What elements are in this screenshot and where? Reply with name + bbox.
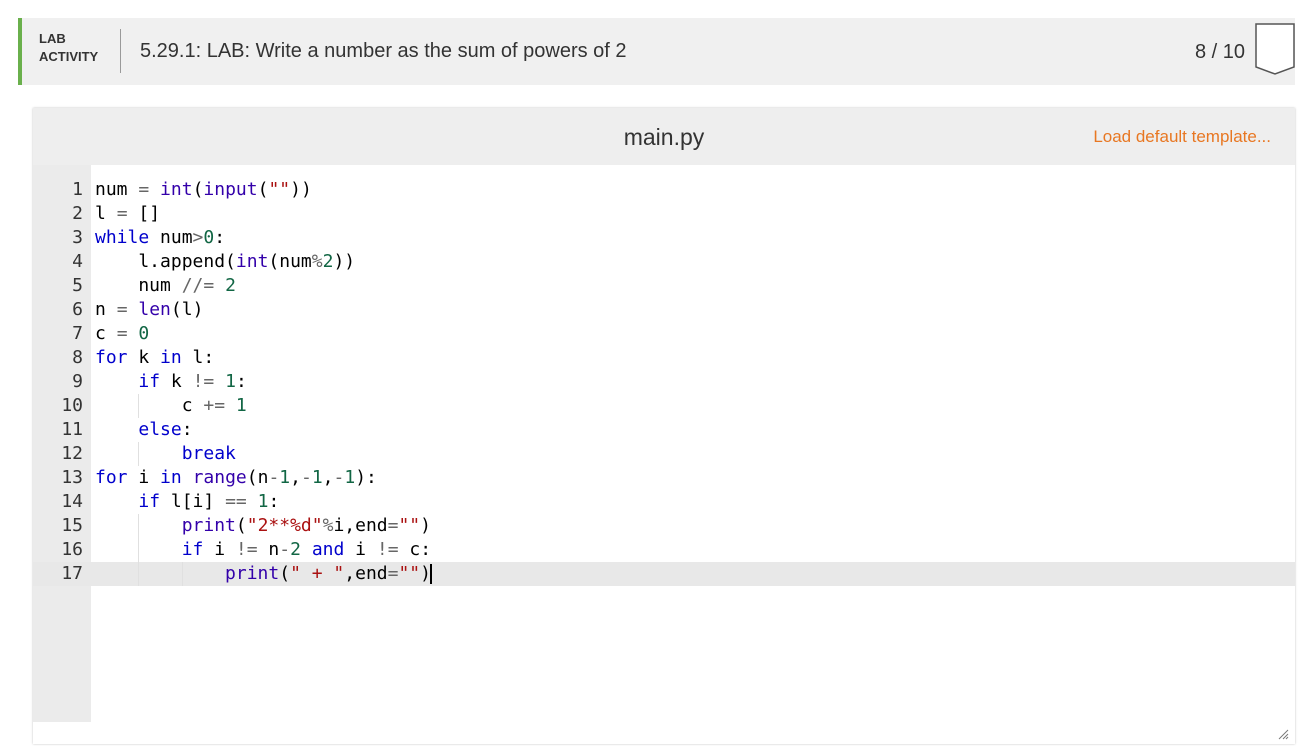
code-line[interactable]: 6 n = len(l) [33, 298, 1295, 322]
code-text[interactable]: l.append(int(num%2)) [95, 250, 355, 274]
code-line[interactable]: 14 if l[i] == 1: [33, 490, 1295, 514]
code-editor: main.py Load default template... 1 num = … [33, 108, 1295, 744]
line-number: 17 [61, 563, 83, 584]
lab-tag-line1: LAB [39, 31, 66, 46]
line-number: 7 [72, 323, 83, 344]
code-text[interactable]: n = len(l) [95, 298, 203, 322]
load-default-template-link[interactable]: Load default template... [1093, 126, 1271, 148]
code-text[interactable]: break [95, 442, 236, 466]
editor-toolbar: main.py Load default template... [33, 108, 1295, 165]
resize-handle-icon[interactable] [1277, 728, 1289, 740]
line-number: 1 [72, 179, 83, 200]
code-area[interactable]: 1 num = int(input("")) 2 l = [] 3 while num>0… [33, 178, 1295, 586]
code-text[interactable]: c += 1 [95, 394, 247, 418]
code-text[interactable]: while num>0: [95, 226, 225, 250]
editor-body[interactable]: 1 num = int(input("")) 2 l = [] 3 while num>0… [33, 165, 1295, 722]
header-divider [120, 29, 121, 73]
code-line[interactable]: 7 c = 0 [33, 322, 1295, 346]
lab-activity-tag: LAB ACTIVITY [39, 30, 98, 66]
code-text[interactable]: else: [95, 418, 192, 442]
code-line[interactable]: 11 else: [33, 418, 1295, 442]
line-number: 13 [61, 467, 83, 488]
line-number: 3 [72, 227, 83, 248]
code-line[interactable]: 16 if i != n-2 and i != c: [33, 538, 1295, 562]
code-line[interactable]: 1 num = int(input("")) [33, 178, 1295, 202]
lab-tag-line2: ACTIVITY [39, 49, 99, 64]
code-line[interactable]: 12 break [33, 442, 1295, 466]
code-text[interactable]: for k in l: [95, 346, 214, 370]
code-text[interactable]: num //= 2 [95, 274, 236, 298]
code-text[interactable]: if i != n-2 and i != c: [95, 538, 431, 562]
code-line[interactable]: 3 while num>0: [33, 226, 1295, 250]
line-number: 5 [72, 275, 83, 296]
code-line[interactable]: 17 print(" + ",end="") [33, 562, 1295, 586]
line-number: 14 [61, 491, 83, 512]
line-number: 11 [61, 419, 83, 440]
code-line[interactable]: 9 if k != 1: [33, 370, 1295, 394]
lab-score: 8 / 10 [1194, 41, 1245, 63]
lab-title: 5.29.1: LAB: Write a number as the sum o… [140, 40, 627, 62]
line-number: 15 [61, 515, 83, 536]
code-text[interactable]: if l[i] == 1: [95, 490, 279, 514]
text-cursor [430, 564, 432, 584]
code-text[interactable]: for i in range(n-1,-1,-1): [95, 466, 377, 490]
line-number: 12 [61, 443, 83, 464]
line-number: 8 [72, 347, 83, 368]
code-line[interactable]: 5 num //= 2 [33, 274, 1295, 298]
code-text[interactable]: c = 0 [95, 322, 149, 346]
line-number: 16 [61, 539, 83, 560]
code-text[interactable]: l = [] [95, 202, 160, 226]
code-line[interactable]: 10 c += 1 [33, 394, 1295, 418]
code-line[interactable]: 2 l = [] [33, 202, 1295, 226]
code-line[interactable]: 4 l.append(int(num%2)) [33, 250, 1295, 274]
line-number: 9 [72, 371, 83, 392]
code-text[interactable]: num = int(input("")) [95, 178, 312, 202]
code-text[interactable]: print(" + ",end="") [95, 562, 432, 586]
line-number: 4 [72, 251, 83, 272]
score-badge-icon [1255, 23, 1295, 75]
lab-header: LAB ACTIVITY 5.29.1: LAB: Write a number… [18, 18, 1295, 85]
line-number: 2 [72, 203, 83, 224]
editor-footer [33, 722, 1295, 744]
code-line[interactable]: 13 for i in range(n-1,-1,-1): [33, 466, 1295, 490]
code-text[interactable]: print("2**%d"%i,end="") [95, 514, 431, 538]
code-line[interactable]: 15 print("2**%d"%i,end="") [33, 514, 1295, 538]
code-text[interactable]: if k != 1: [95, 370, 246, 394]
line-number: 10 [61, 395, 83, 416]
line-number: 6 [72, 299, 83, 320]
code-line[interactable]: 8 for k in l: [33, 346, 1295, 370]
